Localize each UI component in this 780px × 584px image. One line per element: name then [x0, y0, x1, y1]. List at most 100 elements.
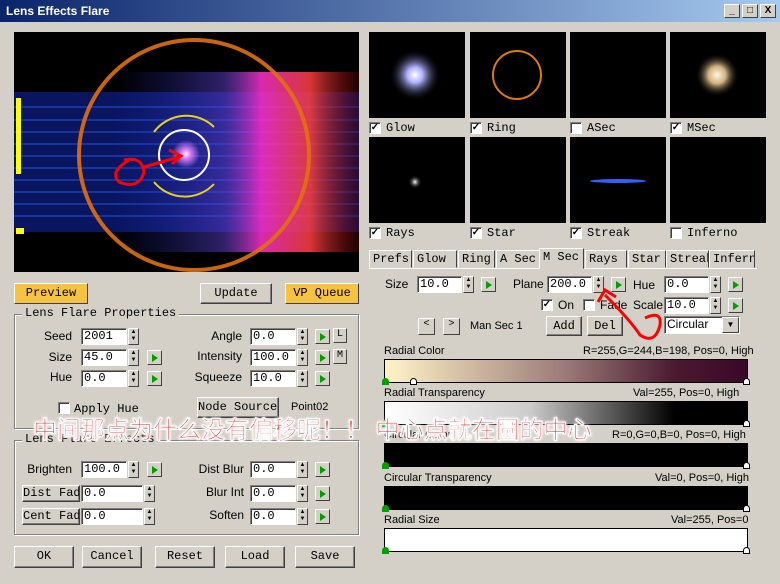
inferno-thumbnail[interactable] [670, 137, 766, 223]
tab-ring[interactable]: Ring [458, 250, 495, 268]
scale-lock-button[interactable] [728, 298, 743, 313]
glow-thumbnail[interactable] [369, 32, 465, 118]
tab-a-sec[interactable]: A Sec [496, 250, 540, 268]
tab-rays[interactable]: Rays [585, 250, 627, 268]
squeeze-field[interactable]: 10.0 [250, 370, 296, 387]
size-lock-button[interactable] [147, 350, 162, 365]
radial-color-bar[interactable] [384, 359, 748, 383]
on-checkbox[interactable]: ✓ [541, 299, 553, 311]
msec-hue-lock-button[interactable] [728, 277, 743, 292]
load-button[interactable]: Load [225, 546, 285, 568]
hue-lock-button[interactable] [147, 371, 162, 386]
dist-fade-button[interactable]: Dist Fade [22, 485, 80, 502]
prev-button[interactable]: < [418, 318, 435, 335]
asec-checkbox[interactable] [570, 122, 582, 134]
cent-fade-spinner[interactable]: ▲ ▼ [144, 508, 155, 525]
blur-int-lock-button[interactable] [315, 486, 330, 501]
squeeze-spinner[interactable]: ▲ ▼ [297, 370, 308, 387]
circ-trans-bar[interactable] [384, 486, 748, 510]
msec-size-lock-button[interactable] [481, 277, 496, 292]
msec-checkbox[interactable]: ✓ [670, 122, 682, 134]
chevron-down-icon[interactable]: ▼ [722, 317, 739, 333]
m-button[interactable]: M [333, 349, 347, 364]
hue-field[interactable]: 0.0 [81, 370, 127, 387]
radial-size-marker-end[interactable] [743, 547, 750, 554]
streak-checkbox[interactable]: ✓ [570, 227, 582, 239]
circ-trans-marker[interactable] [382, 505, 389, 512]
seed-field[interactable]: 2001 [81, 328, 127, 345]
close-button[interactable]: X [760, 4, 776, 18]
radial-color-marker-2[interactable] [410, 378, 417, 385]
tab-star[interactable]: Star [628, 250, 666, 268]
vp-queue-button[interactable]: VP Queue [285, 283, 359, 304]
tab-inferno[interactable]: Inferno [709, 250, 755, 268]
blur-int-spinner[interactable]: ▲ ▼ [297, 485, 308, 502]
glow-checkbox[interactable]: ✓ [369, 122, 381, 134]
streak-thumbnail[interactable] [570, 137, 666, 223]
cent-fade-button[interactable]: Cent Fade [22, 508, 80, 525]
size-spinner[interactable]: ▲ ▼ [128, 349, 139, 366]
brighten-field[interactable]: 100.0 [81, 461, 127, 478]
msec-hue-field[interactable]: 0.0 [664, 276, 709, 293]
dist-blur-lock-button[interactable] [315, 462, 330, 477]
dist-blur-field[interactable]: 0.0 [250, 461, 296, 478]
size-field[interactable]: 45.0 [81, 349, 127, 366]
circ-color-marker[interactable] [382, 462, 389, 469]
dist-blur-spinner[interactable]: ▲ ▼ [297, 461, 308, 478]
minimize-button[interactable]: _ [724, 4, 740, 18]
rays-thumbnail[interactable] [369, 137, 465, 223]
update-button[interactable]: Update [200, 283, 272, 304]
radial-size-marker[interactable] [382, 547, 389, 554]
scale-field[interactable]: 10.0 [664, 297, 709, 314]
tab-m-sec[interactable]: M Sec [539, 248, 584, 269]
brighten-lock-button[interactable] [147, 462, 162, 477]
save-button[interactable]: Save [295, 546, 355, 568]
star-thumbnail[interactable] [470, 137, 566, 223]
tab-streak[interactable]: Streak [666, 250, 709, 268]
dist-fade-field[interactable]: 0.0 [81, 485, 143, 502]
tab-prefs[interactable]: Prefs [369, 250, 412, 268]
angle-field[interactable]: 0.0 [250, 328, 296, 345]
brighten-spinner[interactable]: ▲ ▼ [128, 461, 139, 478]
maximize-button[interactable]: □ [742, 4, 758, 18]
msec-size-spinner[interactable]: ▲ ▼ [463, 276, 474, 293]
blur-int-field[interactable]: 0.0 [250, 485, 296, 502]
squeeze-lock-button[interactable] [315, 371, 330, 386]
radial-size-bar[interactable] [384, 528, 748, 552]
ring-thumbnail[interactable] [470, 32, 566, 118]
angle-lock-button[interactable] [315, 329, 330, 344]
intensity-spinner[interactable]: ▲ ▼ [297, 349, 308, 366]
intensity-lock-button[interactable] [315, 350, 330, 365]
circ-color-bar[interactable] [384, 443, 748, 467]
msec-hue-spinner[interactable]: ▲ ▼ [710, 276, 721, 293]
soften-field[interactable]: 0.0 [250, 508, 296, 525]
ok-button[interactable]: OK [14, 546, 74, 568]
msec-size-field[interactable]: 10.0 [417, 276, 462, 293]
angle-spinner[interactable]: ▲ ▼ [297, 328, 308, 345]
preview-button[interactable]: Preview [14, 283, 88, 304]
reset-button[interactable]: Reset [155, 546, 215, 568]
ring-checkbox[interactable]: ✓ [470, 122, 482, 134]
inferno-checkbox[interactable] [670, 227, 682, 239]
star-checkbox[interactable]: ✓ [470, 227, 482, 239]
dist-fade-spinner[interactable]: ▲ ▼ [144, 485, 155, 502]
l-button[interactable]: L [333, 328, 347, 343]
radial-trans-marker-end[interactable] [743, 420, 750, 427]
radial-color-marker-end[interactable] [743, 378, 750, 385]
asec-thumbnail[interactable] [570, 32, 666, 118]
seed-spinner[interactable]: ▲ ▼ [128, 328, 139, 345]
add-button[interactable]: Add [546, 316, 582, 336]
rays-checkbox[interactable]: ✓ [369, 227, 381, 239]
next-button[interactable]: > [443, 318, 460, 335]
msec-thumbnail[interactable] [670, 32, 766, 118]
msec-plane-field[interactable]: 200.0 [547, 276, 592, 293]
tab-glow[interactable]: Glow [413, 250, 457, 268]
soften-spinner[interactable]: ▲ ▼ [297, 508, 308, 525]
radial-color-marker[interactable] [382, 378, 389, 385]
circ-trans-marker-end[interactable] [743, 505, 750, 512]
soften-lock-button[interactable] [315, 509, 330, 524]
hue-spinner[interactable]: ▲ ▼ [128, 370, 139, 387]
scale-spinner[interactable]: ▲ ▼ [710, 297, 721, 314]
circ-color-marker-end[interactable] [743, 462, 750, 469]
intensity-field[interactable]: 100.0 [250, 349, 296, 366]
